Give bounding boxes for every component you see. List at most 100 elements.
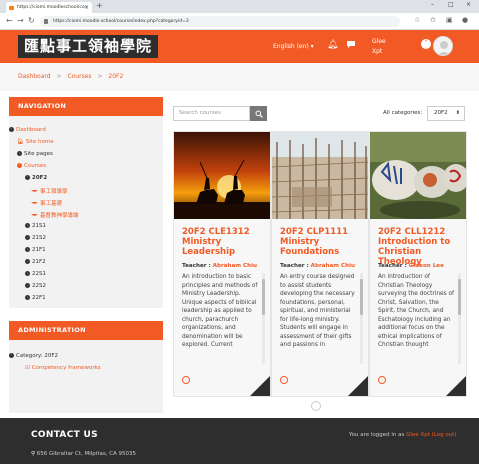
nav-courses[interactable]: ˅ Courses: [17, 163, 46, 169]
course-teacher: Teacher : Gideon Lee: [378, 263, 466, 269]
profile-icon[interactable]: ●: [462, 16, 468, 24]
notification-bell-icon[interactable]: 🔔︎: [327, 40, 338, 50]
scrollbar-thumb[interactable]: [262, 279, 265, 315]
course-summary: An entry course designed to assist stude…: [280, 274, 355, 348]
site-footer: CONTACT US ⚲ 656 Gibraltar Ct, Milpitas,…: [0, 418, 479, 464]
contact-title: CONTACT US: [31, 430, 98, 440]
nav-site-pages[interactable]: › Site pages: [17, 151, 53, 157]
arrow-right-circle-icon[interactable]: ›: [182, 376, 190, 384]
home-icon: 🏠︎: [17, 139, 26, 145]
search-input[interactable]: Search courses: [173, 106, 250, 121]
nav-site-pages-label: Site pages: [24, 151, 53, 157]
search-icon: [255, 110, 263, 118]
nav-category-current-label: 20F2: [32, 175, 48, 181]
chevron-right-icon: ›: [25, 271, 30, 276]
minimize-window-icon[interactable]: –: [431, 1, 434, 8]
site-logo[interactable]: 匯點事工領袖學院: [18, 35, 159, 58]
course-image-foundations: [272, 132, 368, 219]
language-menu[interactable]: English (en) ▾: [273, 43, 314, 50]
nav-category-item[interactable]: › 21S2: [25, 235, 46, 241]
scrollbar-thumb[interactable]: [360, 279, 363, 315]
close-window-icon[interactable]: ×: [466, 1, 471, 8]
teacher-name[interactable]: Abraham Chiu: [311, 263, 355, 269]
browser-tab[interactable]: https://ciomi.moodleschool/co ×: [6, 2, 92, 13]
scrollbar-thumb[interactable]: [458, 279, 461, 315]
arrow-right-circle-icon[interactable]: ›: [378, 376, 386, 384]
nav-dashboard[interactable]: ˅ Dashboard: [9, 127, 46, 133]
bookmark-star-icon[interactable]: ☆: [414, 16, 420, 24]
nav-course-item[interactable]: 基督教神學導論: [31, 211, 79, 219]
messages-icon[interactable]: [346, 40, 356, 52]
chevron-down-icon: ˅: [17, 163, 22, 168]
search-button[interactable]: [250, 106, 267, 121]
nav-category-item[interactable]: › 22S1: [25, 271, 46, 277]
nav-category-item[interactable]: › 21F1: [25, 247, 46, 253]
carousel-pager-dot[interactable]: [311, 401, 321, 411]
nav-category-item[interactable]: › 21F2: [25, 259, 46, 265]
nav-category-label: 21S1: [32, 223, 46, 229]
footer-address: ⚲ 656 Gibraltar Ct, Milpitas, CA 95035: [31, 451, 136, 457]
nav-course-item[interactable]: 事工基礎: [31, 199, 62, 207]
nav-site-home[interactable]: 🏠︎ Site home: [17, 139, 54, 145]
graduation-cap-icon: [31, 189, 38, 192]
card-corner-decoration: [250, 376, 270, 396]
card-corner-decoration: [446, 376, 466, 396]
course-card[interactable]: 20F2 CLP1111 Ministry Foundations Teache…: [271, 131, 369, 397]
nav-category-label: 22F1: [32, 295, 46, 301]
course-title[interactable]: 20F2 CLL1212 Introduction to Christian T…: [378, 227, 466, 267]
breadcrumb-dashboard[interactable]: Dashboard: [18, 73, 51, 80]
graduation-cap-icon: [31, 213, 38, 216]
teacher-name[interactable]: Gideon Lee: [409, 263, 444, 269]
course-title[interactable]: 20F2 CLE1312 Ministry Leadership: [182, 227, 270, 257]
user-menu-chevron-icon[interactable]: ˅: [421, 39, 431, 49]
summary-scrollbar[interactable]: [458, 273, 461, 364]
avatar[interactable]: [433, 36, 453, 56]
course-teacher: Teacher : Abraham Chiu: [280, 263, 368, 269]
arrow-right-circle-icon[interactable]: ›: [280, 376, 288, 384]
breadcrumb-category[interactable]: 20F2: [108, 73, 123, 80]
reload-icon[interactable]: ↻: [28, 16, 35, 25]
url-field[interactable]: https://ciomi.moodle.school/course/index…: [40, 16, 400, 27]
category-select[interactable]: 20F2 ⬍: [427, 106, 465, 121]
card-corner-decoration: [348, 376, 368, 396]
user-name[interactable]: Glee Xpt: [372, 37, 386, 57]
course-summary: An introduction of Christian Theology su…: [378, 274, 455, 348]
admin-competency-label: Competency frameworks: [31, 365, 101, 371]
course-title[interactable]: 20F2 CLP1111 Ministry Foundations: [280, 227, 368, 257]
chevron-down-icon: ˅: [9, 353, 14, 358]
nav-course-label: 事工基礎: [40, 201, 63, 207]
admin-category[interactable]: ˅ Category: 20F2: [9, 353, 58, 359]
chevron-right-icon: ›: [25, 247, 30, 252]
category-select-value: 20F2: [434, 110, 448, 116]
administration-block: ADMINISTRATION ˅ Category: 20F2 ☑ Compete…: [9, 321, 163, 413]
logged-in-user-link[interactable]: Glee Xpt: [406, 432, 430, 438]
chevron-right-icon: ›: [25, 295, 30, 300]
new-tab-icon[interactable]: +: [96, 1, 103, 10]
teacher-name[interactable]: Abraham Chiu: [213, 263, 257, 269]
nav-category-current[interactable]: ˅ 20F2: [25, 175, 47, 181]
nav-course-item[interactable]: 事工領導學: [31, 187, 68, 195]
collections-icon[interactable]: ▣: [446, 16, 453, 24]
course-image-painted-stones: [370, 132, 466, 219]
nav-category-item[interactable]: › 22F1: [25, 295, 46, 301]
forward-arrow-icon[interactable]: →: [17, 16, 24, 25]
language-label: English (en): [273, 43, 309, 50]
course-card[interactable]: 20F2 CLE1312 Ministry Leadership Teacher…: [173, 131, 271, 397]
summary-scrollbar[interactable]: [360, 273, 363, 364]
favorites-icon[interactable]: ✩: [430, 16, 436, 24]
nav-category-item[interactable]: › 21S1: [25, 223, 46, 229]
close-tab-icon[interactable]: ×: [84, 2, 89, 13]
nav-category-item[interactable]: › 22S2: [25, 283, 46, 289]
admin-competency-frameworks[interactable]: ☑ Competency frameworks: [25, 365, 101, 371]
lock-icon: [44, 19, 48, 24]
course-card[interactable]: 20F2 CLL1212 Introduction to Christian T…: [369, 131, 467, 397]
back-arrow-icon[interactable]: ←: [6, 16, 13, 25]
user-first-name: Glee: [372, 38, 386, 45]
maximize-window-icon[interactable]: □: [448, 1, 454, 8]
breadcrumb-band: Dashboard > Courses > 20F2: [0, 63, 479, 91]
logout-link[interactable]: (Log out): [432, 432, 457, 438]
browser-tab-title: https://ciomi.moodleschool/co: [17, 5, 85, 10]
breadcrumb-courses[interactable]: Courses: [67, 73, 91, 80]
nav-category-label: 22S2: [32, 283, 46, 289]
summary-scrollbar[interactable]: [262, 273, 265, 364]
